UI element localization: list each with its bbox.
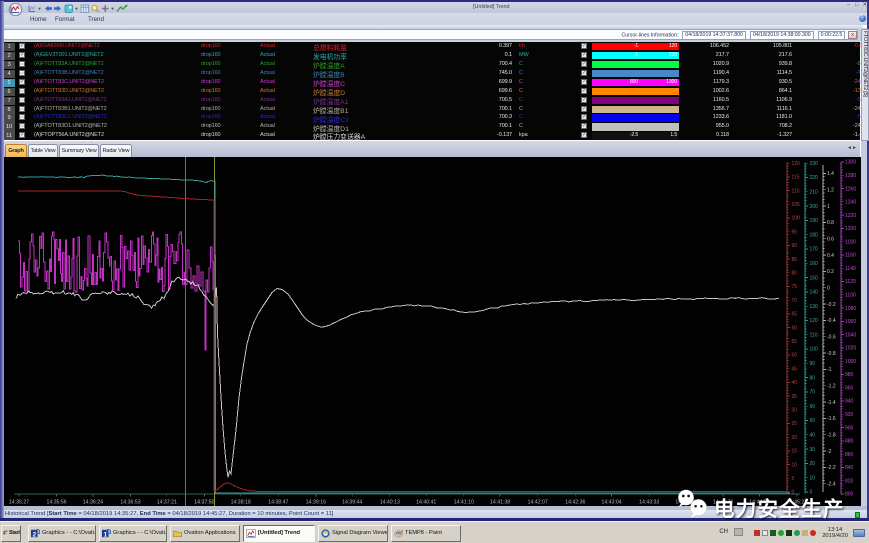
svg-text:110: 110 [810, 332, 818, 338]
svg-text:90: 90 [810, 361, 816, 367]
svg-text:140: 140 [810, 290, 819, 296]
svg-text:0: 0 [827, 285, 830, 291]
svg-text:190: 190 [810, 218, 819, 224]
svg-text:150: 150 [810, 275, 819, 281]
svg-text:1.4: 1.4 [827, 171, 834, 177]
svg-text:-1: -1 [827, 367, 832, 373]
svg-text:120: 120 [792, 161, 801, 167]
svg-text:60: 60 [810, 404, 816, 410]
svg-text:-2: -2 [827, 449, 832, 455]
svg-text:30: 30 [792, 408, 798, 414]
svg-text:960: 960 [845, 386, 854, 392]
svg-text:1000: 1000 [845, 359, 856, 365]
svg-text:-2.4: -2.4 [827, 482, 836, 488]
svg-text:840: 840 [845, 465, 854, 471]
svg-text:90: 90 [792, 243, 798, 249]
svg-text:-1.8: -1.8 [827, 433, 836, 439]
svg-text:105: 105 [792, 202, 801, 208]
svg-text:1120: 1120 [845, 279, 856, 285]
svg-text:-0.8: -0.8 [827, 351, 836, 357]
svg-text:-0.6: -0.6 [827, 335, 836, 341]
svg-text:60: 60 [792, 325, 798, 331]
svg-text:210: 210 [810, 190, 819, 196]
svg-text:180: 180 [810, 232, 819, 238]
svg-text:30: 30 [810, 447, 816, 453]
svg-text:70: 70 [810, 390, 816, 396]
svg-text:-2.2: -2.2 [827, 465, 836, 471]
svg-text:75: 75 [792, 284, 798, 290]
svg-text:115: 115 [792, 175, 800, 181]
svg-text:1200: 1200 [845, 226, 856, 232]
svg-text:1300: 1300 [845, 160, 856, 166]
svg-text:1180: 1180 [845, 239, 856, 245]
svg-text:920: 920 [845, 412, 854, 418]
svg-text:0.2: 0.2 [827, 269, 834, 275]
svg-text:15: 15 [792, 449, 798, 455]
svg-text:1220: 1220 [845, 213, 856, 219]
svg-text:900: 900 [845, 425, 854, 431]
svg-text:-1.2: -1.2 [827, 384, 836, 390]
svg-text:200: 200 [810, 204, 819, 210]
svg-text:860: 860 [845, 452, 854, 458]
svg-text:80: 80 [810, 375, 816, 381]
svg-text:1280: 1280 [845, 173, 856, 179]
svg-text:20: 20 [792, 435, 798, 441]
svg-text:55: 55 [792, 339, 798, 345]
svg-text:100: 100 [810, 347, 819, 353]
svg-text:-0.4: -0.4 [827, 318, 836, 324]
svg-text:20: 20 [810, 461, 816, 467]
svg-text:70: 70 [792, 298, 798, 304]
svg-text:-1.4: -1.4 [827, 400, 836, 406]
svg-text:1020: 1020 [845, 346, 856, 352]
svg-text:85: 85 [792, 257, 798, 263]
svg-text:1: 1 [827, 204, 830, 210]
svg-text:50: 50 [792, 353, 798, 359]
svg-text:120: 120 [810, 318, 819, 324]
svg-text:35: 35 [792, 394, 798, 400]
svg-text:1160: 1160 [845, 253, 856, 259]
svg-text:25: 25 [792, 421, 798, 427]
svg-text:0.6: 0.6 [827, 236, 834, 242]
svg-text:50: 50 [810, 418, 816, 424]
svg-text:65: 65 [792, 312, 798, 318]
svg-text:880: 880 [845, 439, 854, 445]
svg-text:1060: 1060 [845, 319, 856, 325]
svg-text:0.8: 0.8 [827, 220, 834, 226]
svg-text:1080: 1080 [845, 306, 856, 312]
svg-text:1260: 1260 [845, 186, 856, 192]
svg-text:-0.2: -0.2 [827, 302, 836, 308]
svg-text:95: 95 [792, 229, 798, 235]
svg-text:10: 10 [792, 462, 798, 468]
svg-text:1040: 1040 [845, 332, 856, 338]
svg-text:10: 10 [810, 475, 816, 481]
svg-text:100: 100 [792, 216, 801, 222]
svg-text:110: 110 [792, 188, 800, 194]
svg-text:40: 40 [810, 433, 816, 439]
svg-text:940: 940 [845, 399, 854, 405]
svg-text:5: 5 [792, 476, 795, 482]
svg-text:160: 160 [810, 261, 819, 267]
svg-text:0.4: 0.4 [827, 253, 834, 259]
svg-text:130: 130 [810, 304, 819, 310]
svg-text:230: 230 [810, 161, 819, 167]
svg-text:220: 220 [810, 175, 819, 181]
svg-text:980: 980 [845, 372, 854, 378]
svg-text:1240: 1240 [845, 200, 856, 206]
svg-text:-1.6: -1.6 [827, 416, 836, 422]
svg-text:45: 45 [792, 366, 798, 372]
svg-text:820: 820 [845, 478, 854, 484]
svg-text:40: 40 [792, 380, 798, 386]
svg-text:1140: 1140 [845, 266, 856, 272]
svg-text:1.2: 1.2 [827, 187, 834, 193]
svg-text:170: 170 [810, 247, 819, 253]
svg-text:80: 80 [792, 271, 798, 277]
svg-text:1100: 1100 [845, 293, 856, 299]
